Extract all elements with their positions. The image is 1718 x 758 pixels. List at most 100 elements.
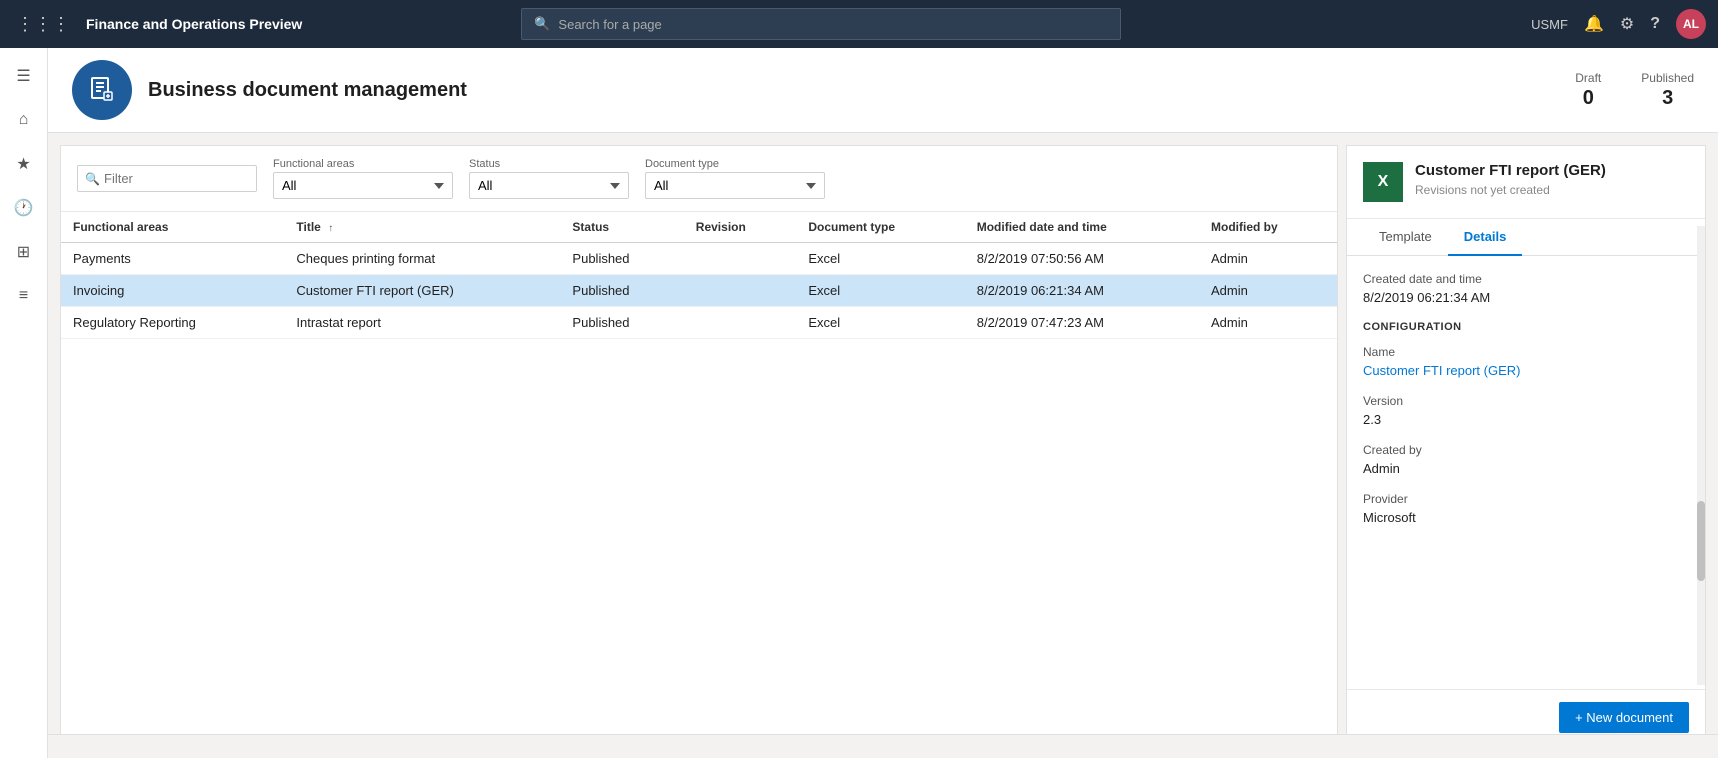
table-cell: Cheques printing format <box>284 243 560 275</box>
detail-content: Created date and time 8/2/2019 06:21:34 … <box>1347 256 1705 689</box>
configuration-header: CONFIGURATION <box>1363 321 1689 333</box>
draft-stat: Draft 0 <box>1575 71 1601 110</box>
created-by-value: Admin <box>1363 461 1689 476</box>
table-cell: Invoicing <box>61 275 284 307</box>
data-table: Functional areas Title ↑ Status Revision… <box>61 212 1337 735</box>
tab-details[interactable]: Details <box>1448 219 1523 256</box>
col-functional-areas[interactable]: Functional areas <box>61 212 284 243</box>
main-area: Business document management Draft 0 Pub… <box>48 48 1718 758</box>
detail-tabs: Template Details <box>1347 219 1705 256</box>
table-cell: Published <box>560 243 683 275</box>
sidebar-item-favorites[interactable]: ★ <box>4 144 44 184</box>
search-input[interactable] <box>558 17 1108 32</box>
search-icon: 🔍 <box>534 16 550 32</box>
notification-icon[interactable]: 🔔 <box>1584 14 1604 34</box>
detail-scrollbar-thumb <box>1697 501 1705 581</box>
document-type-select[interactable]: All <box>645 172 825 199</box>
table-body: PaymentsCheques printing formatPublished… <box>61 243 1337 339</box>
table-panel: 🔍 Functional areas All Status All Do <box>60 145 1338 746</box>
documents-table: Functional areas Title ↑ Status Revision… <box>61 212 1337 339</box>
tab-template[interactable]: Template <box>1363 219 1448 256</box>
new-document-button[interactable]: + New document <box>1559 702 1689 733</box>
table-row[interactable]: PaymentsCheques printing formatPublished… <box>61 243 1337 275</box>
field-created-by: Created by Admin <box>1363 443 1689 476</box>
search-bar[interactable]: 🔍 <box>521 8 1121 40</box>
published-value: 3 <box>1641 87 1694 110</box>
col-document-type[interactable]: Document type <box>796 212 964 243</box>
status-select[interactable]: All <box>469 172 629 199</box>
settings-icon[interactable]: ⚙ <box>1620 14 1634 34</box>
published-label: Published <box>1641 71 1694 85</box>
document-type-filter: Document type All <box>645 158 825 199</box>
field-provider: Provider Microsoft <box>1363 492 1689 525</box>
page-stats: Draft 0 Published 3 <box>1575 71 1694 110</box>
table-cell: Customer FTI report (GER) <box>284 275 560 307</box>
table-cell <box>684 275 797 307</box>
col-status[interactable]: Status <box>560 212 683 243</box>
col-revision[interactable]: Revision <box>684 212 797 243</box>
col-title[interactable]: Title ↑ <box>284 212 560 243</box>
sidebar-item-home[interactable]: ⌂ <box>4 100 44 140</box>
table-header-row: Functional areas Title ↑ Status Revision… <box>61 212 1337 243</box>
provider-value: Microsoft <box>1363 510 1689 525</box>
app-title: Finance and Operations Preview <box>86 16 302 32</box>
field-created-date: Created date and time 8/2/2019 06:21:34 … <box>1363 272 1689 305</box>
published-stat: Published 3 <box>1641 71 1694 110</box>
table-cell: Excel <box>796 275 964 307</box>
filter-input[interactable] <box>77 165 257 192</box>
created-date-label: Created date and time <box>1363 272 1689 286</box>
table-cell: Admin <box>1199 275 1337 307</box>
filter-input-wrap: 🔍 <box>77 165 257 192</box>
table-cell: Published <box>560 307 683 339</box>
col-modified[interactable]: Modified date and time <box>965 212 1199 243</box>
functional-areas-filter: Functional areas All <box>273 158 453 199</box>
detail-subtitle: Revisions not yet created <box>1415 183 1606 197</box>
sidebar-item-list[interactable]: ≡ <box>4 276 44 316</box>
app-grid-icon[interactable]: ⋮⋮⋮ <box>12 10 74 39</box>
name-value[interactable]: Customer FTI report (GER) <box>1363 363 1689 378</box>
sidebar: ☰ ⌂ ★ 🕐 ⊞ ≡ <box>0 48 48 758</box>
bottom-bar <box>0 734 1718 758</box>
table-cell <box>684 243 797 275</box>
created-by-label: Created by <box>1363 443 1689 457</box>
filter-search-icon: 🔍 <box>85 172 100 186</box>
table-cell: Excel <box>796 243 964 275</box>
draft-label: Draft <box>1575 71 1601 85</box>
sidebar-item-modules[interactable]: ⊞ <box>4 232 44 272</box>
table-cell: 8/2/2019 07:47:23 AM <box>965 307 1199 339</box>
version-label: Version <box>1363 394 1689 408</box>
name-label: Name <box>1363 345 1689 359</box>
provider-label: Provider <box>1363 492 1689 506</box>
status-label: Status <box>469 158 629 170</box>
help-icon[interactable]: ? <box>1650 15 1660 33</box>
page-title: Business document management <box>148 79 467 102</box>
detail-excel-icon: X <box>1363 162 1403 202</box>
content-split: 🔍 Functional areas All Status All Do <box>48 133 1718 758</box>
table-cell: Admin <box>1199 243 1337 275</box>
detail-header: X Customer FTI report (GER) Revisions no… <box>1347 146 1705 219</box>
functional-areas-select[interactable]: All <box>273 172 453 199</box>
detail-title: Customer FTI report (GER) <box>1415 162 1606 179</box>
created-date-value: 8/2/2019 06:21:34 AM <box>1363 290 1689 305</box>
table-cell: Published <box>560 275 683 307</box>
user-avatar[interactable]: AL <box>1676 9 1706 39</box>
table-row[interactable]: InvoicingCustomer FTI report (GER)Publis… <box>61 275 1337 307</box>
version-value: 2.3 <box>1363 412 1689 427</box>
draft-value: 0 <box>1575 87 1601 110</box>
field-name: Name Customer FTI report (GER) <box>1363 345 1689 378</box>
filters-row: 🔍 Functional areas All Status All Do <box>61 146 1337 212</box>
user-company[interactable]: USMF <box>1531 17 1568 32</box>
table-cell: Admin <box>1199 307 1337 339</box>
page-icon <box>72 60 132 120</box>
field-version: Version 2.3 <box>1363 394 1689 427</box>
page-header: Business document management Draft 0 Pub… <box>48 48 1718 133</box>
table-row[interactable]: Regulatory ReportingIntrastat reportPubl… <box>61 307 1337 339</box>
detail-scrollbar[interactable] <box>1697 226 1705 685</box>
sidebar-item-recent[interactable]: 🕐 <box>4 188 44 228</box>
table-cell: Payments <box>61 243 284 275</box>
nav-icons: USMF 🔔 ⚙ ? AL <box>1531 9 1706 39</box>
table-cell: Excel <box>796 307 964 339</box>
detail-panel: X Customer FTI report (GER) Revisions no… <box>1346 145 1706 746</box>
sidebar-item-menu[interactable]: ☰ <box>4 56 44 96</box>
col-modified-by[interactable]: Modified by <box>1199 212 1337 243</box>
